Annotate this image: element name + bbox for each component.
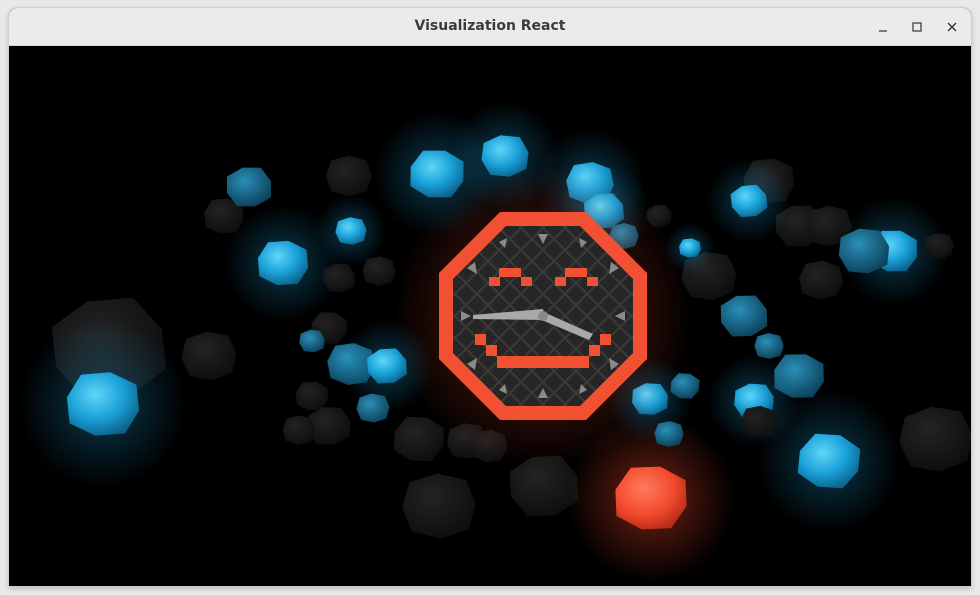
maximize-button[interactable]: [904, 14, 930, 40]
dark-gem: [295, 381, 329, 411]
app-window: Visualization React: [9, 8, 971, 586]
scene-canvas: [19, 101, 971, 582]
dark-gem: [362, 256, 396, 286]
maximize-icon: [912, 22, 922, 32]
blue-gem: [754, 333, 784, 359]
blue-gem: [720, 295, 768, 337]
blue-gem: [679, 238, 701, 258]
blue-gem: [299, 329, 325, 353]
dark-gem: [282, 415, 316, 445]
minimize-icon: [879, 30, 887, 32]
dark-gem: [323, 264, 355, 292]
dark-gem: [181, 331, 237, 381]
blue-gem: [257, 240, 309, 286]
minimize-button[interactable]: [870, 14, 896, 40]
dark-gem: [402, 473, 476, 539]
blue-gem: [654, 421, 684, 447]
blue-gem: [838, 228, 890, 274]
window-title: Visualization React: [414, 18, 566, 34]
close-button[interactable]: [939, 14, 965, 40]
blue-gem: [356, 393, 390, 423]
title-bar[interactable]: Visualization React: [9, 8, 971, 46]
dark-gem: [924, 233, 954, 259]
dark-gem: [899, 406, 971, 472]
dark-gem: [326, 155, 372, 197]
smiley-clock-octagon-icon: [393, 166, 693, 466]
dark-gem: [799, 260, 843, 300]
blue-gem: [226, 167, 272, 207]
dark-gem: [393, 416, 445, 462]
blue-gem: [335, 217, 367, 245]
render-viewport[interactable]: [9, 46, 971, 586]
close-icon: [947, 22, 957, 32]
blue-gem: [66, 372, 140, 436]
red-gem: [615, 466, 687, 530]
